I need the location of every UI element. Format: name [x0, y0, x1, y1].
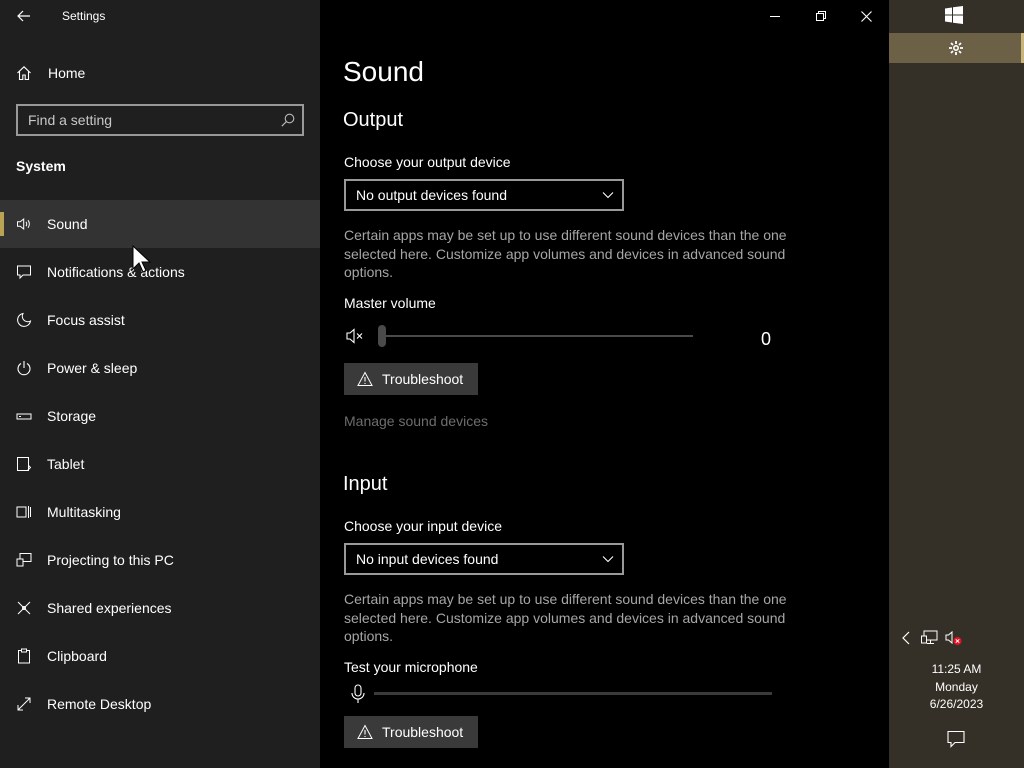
input-device-dropdown[interactable]: No input devices found: [344, 543, 624, 575]
search-icon[interactable]: [280, 112, 296, 128]
test-microphone-label: Test your microphone: [344, 659, 478, 675]
sidebar-item-projecting[interactable]: Projecting to this PC: [0, 536, 320, 584]
sidebar-item-label: Power & sleep: [47, 360, 138, 376]
sidebar-item-label: Storage: [47, 408, 97, 424]
minimize-icon: [770, 16, 780, 17]
mouse-cursor-icon: [132, 245, 152, 273]
microphone-level-meter: [374, 692, 772, 695]
sound-settings-page: Sound Output Choose your output device N…: [320, 0, 889, 768]
shared-experiences-icon: [17, 601, 31, 615]
close-button[interactable]: [843, 0, 889, 32]
system-tray: [889, 628, 1024, 648]
warning-icon: [357, 371, 373, 386]
input-device-value: No input devices found: [356, 551, 499, 567]
settings-sidebar: Settings Home System Sound Notifications…: [0, 0, 320, 768]
close-icon: [860, 10, 872, 22]
network-icon[interactable]: [921, 630, 939, 646]
power-icon: [17, 361, 31, 376]
action-center-icon[interactable]: [947, 730, 965, 748]
sidebar-item-label: Clipboard: [47, 648, 107, 664]
moon-icon: [17, 312, 32, 327]
app-title: Settings: [62, 9, 106, 23]
sidebar-titlebar: Settings: [0, 0, 320, 32]
chevron-left-icon[interactable]: [901, 631, 911, 645]
minimize-button[interactable]: [752, 0, 798, 32]
troubleshoot-label: Troubleshoot: [382, 724, 464, 740]
windows-start-icon[interactable]: [945, 6, 963, 24]
sidebar-item-clipboard[interactable]: Clipboard: [0, 632, 320, 680]
tablet-icon: [17, 457, 32, 471]
sidebar-item-label: Projecting to this PC: [47, 552, 174, 568]
output-troubleshoot-button[interactable]: Troubleshoot: [344, 363, 478, 395]
sidebar-item-label: Tablet: [47, 456, 85, 472]
taskbar: 11:25 AM Monday 6/26/2023: [889, 0, 1024, 768]
manage-sound-devices-link[interactable]: Manage sound devices: [344, 413, 488, 429]
clock-date[interactable]: 6/26/2023: [889, 697, 1024, 711]
sidebar-item-sound[interactable]: Sound: [0, 200, 320, 248]
restore-icon: [816, 11, 826, 21]
clipboard-icon: [18, 648, 30, 664]
section-heading-system: System: [16, 158, 66, 174]
master-volume-slider-thumb[interactable]: [378, 325, 386, 347]
sidebar-item-multitasking[interactable]: Multitasking: [0, 488, 320, 536]
output-device-value: No output devices found: [356, 187, 507, 203]
back-button[interactable]: [8, 2, 40, 30]
sidebar-item-notifications[interactable]: Notifications & actions: [0, 248, 320, 296]
page-title: Sound: [343, 56, 424, 87]
master-volume-label: Master volume: [344, 295, 436, 311]
output-heading: Output: [343, 109, 404, 131]
sidebar-item-tablet[interactable]: Tablet: [0, 440, 320, 488]
speaker-icon: [17, 217, 30, 231]
master-volume-slider-track[interactable]: [378, 335, 693, 337]
taskbar-settings-app[interactable]: [889, 33, 1024, 63]
home-nav-item[interactable]: Home: [0, 56, 320, 90]
chevron-down-icon: [602, 556, 614, 563]
input-device-label: Choose your input device: [344, 518, 502, 534]
volume-muted-icon[interactable]: [945, 630, 963, 646]
input-heading: Input: [343, 473, 388, 495]
search-box[interactable]: [16, 104, 304, 136]
sidebar-item-storage[interactable]: Storage: [0, 392, 320, 440]
remote-desktop-icon: [17, 697, 31, 711]
storage-icon: [16, 413, 32, 420]
sidebar-item-label: Focus assist: [47, 312, 125, 328]
projecting-icon: [16, 553, 32, 567]
sidebar-item-label: Remote Desktop: [47, 696, 152, 712]
clock-time[interactable]: 11:25 AM: [889, 662, 1024, 676]
input-troubleshoot-button[interactable]: Troubleshoot: [344, 716, 478, 748]
sidebar-item-label: Multitasking: [47, 504, 121, 520]
home-icon: [17, 66, 31, 81]
restore-button[interactable]: [798, 0, 844, 32]
multitasking-icon: [16, 506, 31, 518]
mute-icon[interactable]: [346, 327, 366, 345]
warning-icon: [357, 724, 373, 739]
clock-day[interactable]: Monday: [889, 680, 1024, 694]
notification-icon: [17, 265, 31, 280]
back-arrow-icon: [17, 10, 30, 22]
gear-icon: [949, 41, 963, 55]
output-device-label: Choose your output device: [344, 154, 511, 170]
input-description: Certain apps may be set up to use differ…: [344, 591, 787, 644]
home-label: Home: [48, 65, 86, 81]
sidebar-item-remote-desktop[interactable]: Remote Desktop: [0, 680, 320, 728]
output-description: Certain apps may be set up to use differ…: [344, 227, 787, 280]
sidebar-item-label: Sound: [47, 216, 88, 232]
sidebar-item-shared-experiences[interactable]: Shared experiences: [0, 584, 320, 632]
troubleshoot-label: Troubleshoot: [382, 371, 464, 387]
sidebar-item-focus-assist[interactable]: Focus assist: [0, 296, 320, 344]
microphone-icon: [351, 684, 365, 703]
sidebar-nav: Sound Notifications & actions Focus assi…: [0, 200, 320, 728]
output-device-dropdown[interactable]: No output devices found: [344, 179, 624, 211]
search-input[interactable]: [28, 111, 268, 129]
sidebar-item-label: Notifications & actions: [47, 264, 185, 280]
master-volume-value: 0: [761, 329, 772, 349]
sidebar-item-power-sleep[interactable]: Power & sleep: [0, 344, 320, 392]
active-indicator: [0, 212, 4, 236]
chevron-down-icon: [602, 192, 614, 199]
sidebar-item-label: Shared experiences: [47, 600, 172, 616]
